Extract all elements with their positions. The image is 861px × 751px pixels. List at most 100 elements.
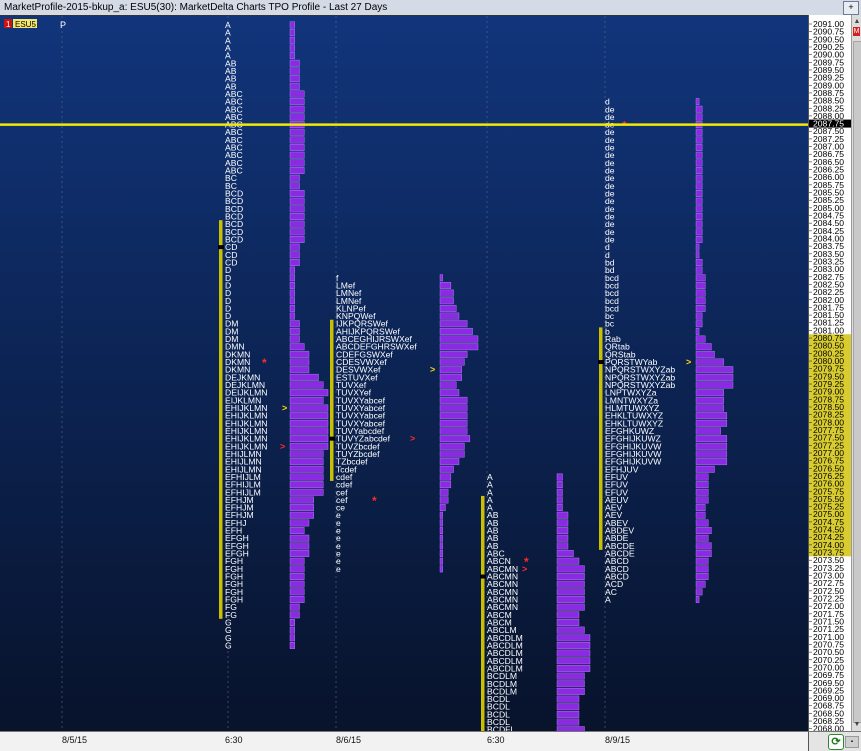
volume-bar: [695, 105, 703, 113]
volume-bar: [439, 419, 468, 427]
volume-bar: [695, 450, 728, 458]
volume-bar: [556, 680, 585, 688]
poc-marker: [329, 436, 335, 441]
volume-bar: [556, 565, 585, 573]
volume-bar: [695, 366, 734, 374]
volume-bar: [695, 565, 709, 573]
volume-bar: [439, 396, 468, 404]
volume-bar: [439, 504, 446, 512]
volume-bar: [289, 105, 305, 113]
volume-bar: [695, 312, 703, 320]
volume-bar: [289, 144, 305, 151]
volume-bar: [289, 358, 310, 366]
volume-bar: [695, 327, 700, 335]
tpo-letters: A: [605, 595, 611, 605]
scrollbar-thumb[interactable]: [853, 41, 861, 723]
volume-bar: [556, 504, 563, 512]
volume-bar: [289, 128, 305, 136]
volume-bar: [439, 527, 443, 534]
volume-bar: [289, 450, 324, 458]
volume-bar: [439, 488, 449, 496]
close-tag: M: [853, 27, 860, 36]
vertical-scrollbar[interactable]: ▲ ▼ M: [851, 15, 861, 731]
volume-bar: [695, 473, 709, 481]
volume-bar: [289, 565, 305, 573]
volume-bar: [289, 496, 314, 504]
volume-bar: [695, 136, 703, 144]
volume-bar: [289, 52, 295, 60]
volume-bar: [289, 596, 305, 603]
volume-bar: [289, 190, 305, 197]
price-label: 2068.00: [813, 724, 844, 731]
volume-bar: [289, 67, 300, 75]
volume-bar: [289, 389, 329, 397]
volume-bar: [695, 243, 700, 251]
tpo-chart-canvas: AAAAAABABABABABCABCABCABCABCABCABCABCABC…: [0, 16, 808, 732]
size-grip-icon[interactable]: ▪: [845, 736, 859, 748]
volume-bar: [289, 213, 305, 220]
volume-bar: [439, 404, 468, 412]
tpo-chart-area[interactable]: A A A A A AB AB AB AB ABC ABC ABC ABC ABC ABC ABC ABC ABC…: [0, 15, 808, 732]
volume-bar: [289, 197, 305, 205]
volume-bar: [695, 320, 703, 328]
volume-bar: [439, 458, 460, 466]
time-label: 8/9/15: [605, 735, 631, 745]
volume-bar: [289, 90, 305, 98]
time-label: 8/6/15: [336, 735, 362, 745]
volume-bar: [289, 603, 300, 611]
volume-bar: [695, 396, 724, 404]
value-area-bar: [219, 220, 223, 619]
volume-bar: [289, 465, 324, 473]
volume-bar: [439, 442, 465, 450]
volume-bar: [289, 527, 305, 534]
volume-bar: [289, 113, 305, 121]
volume-bar: [289, 534, 310, 542]
volume-bar: [289, 174, 300, 182]
volume-bar: [695, 580, 706, 588]
volume-bar: [289, 343, 305, 351]
scroll-down-icon[interactable]: ▼: [852, 720, 861, 730]
tpo-star-marker: *: [372, 494, 377, 508]
refresh-icon[interactable]: ⟳: [828, 734, 844, 750]
volume-bar: [289, 511, 314, 519]
volume-bar: [439, 274, 443, 282]
volume-bar: [695, 304, 706, 312]
window-title: MarketProfile-2015-bkup_a: ESU5(30): Mar…: [4, 2, 388, 13]
tpo-star-marker: *: [524, 555, 529, 569]
volume-bar: [439, 335, 479, 343]
tpo-letters: G: [225, 640, 232, 650]
volume-bar: [556, 665, 591, 672]
volume-bar: [556, 527, 569, 534]
price-axis[interactable]: 2091.00 2090.75 2090.50 2090.25 2090.00 2089.…: [808, 15, 852, 731]
maximize-icon[interactable]: +: [843, 1, 859, 15]
volume-bar: [439, 412, 468, 420]
volume-bar: [439, 358, 465, 366]
volume-bar: [556, 695, 580, 703]
volume-bar: [695, 174, 703, 182]
volume-bar: [556, 672, 585, 680]
volume-bar: [439, 289, 454, 297]
volume-bar: [695, 190, 703, 197]
tpo-letters: e: [336, 564, 341, 574]
tpo-star-marker: *: [262, 356, 267, 370]
volume-bar: [695, 481, 709, 489]
volume-bar: [695, 274, 706, 282]
volume-bar: [695, 289, 706, 297]
volume-bar: [556, 596, 585, 603]
volume-bar: [556, 611, 580, 619]
volume-bar: [556, 488, 563, 496]
volume-bar: [695, 282, 706, 289]
volume-bar: [695, 266, 703, 274]
tpo-arrow-marker: >: [280, 441, 285, 451]
volume-bar: [289, 59, 300, 67]
volume-bar: [556, 703, 580, 711]
volume-bar: [289, 588, 305, 596]
scroll-up-icon[interactable]: ▲: [852, 17, 861, 27]
volume-bar: [439, 373, 462, 381]
volume-bar: [289, 611, 300, 619]
volume-bar: [439, 550, 443, 557]
volume-bar: [695, 427, 721, 435]
volume-bar: [439, 511, 443, 519]
volume-bar: [289, 481, 324, 489]
volume-bar: [695, 404, 724, 412]
